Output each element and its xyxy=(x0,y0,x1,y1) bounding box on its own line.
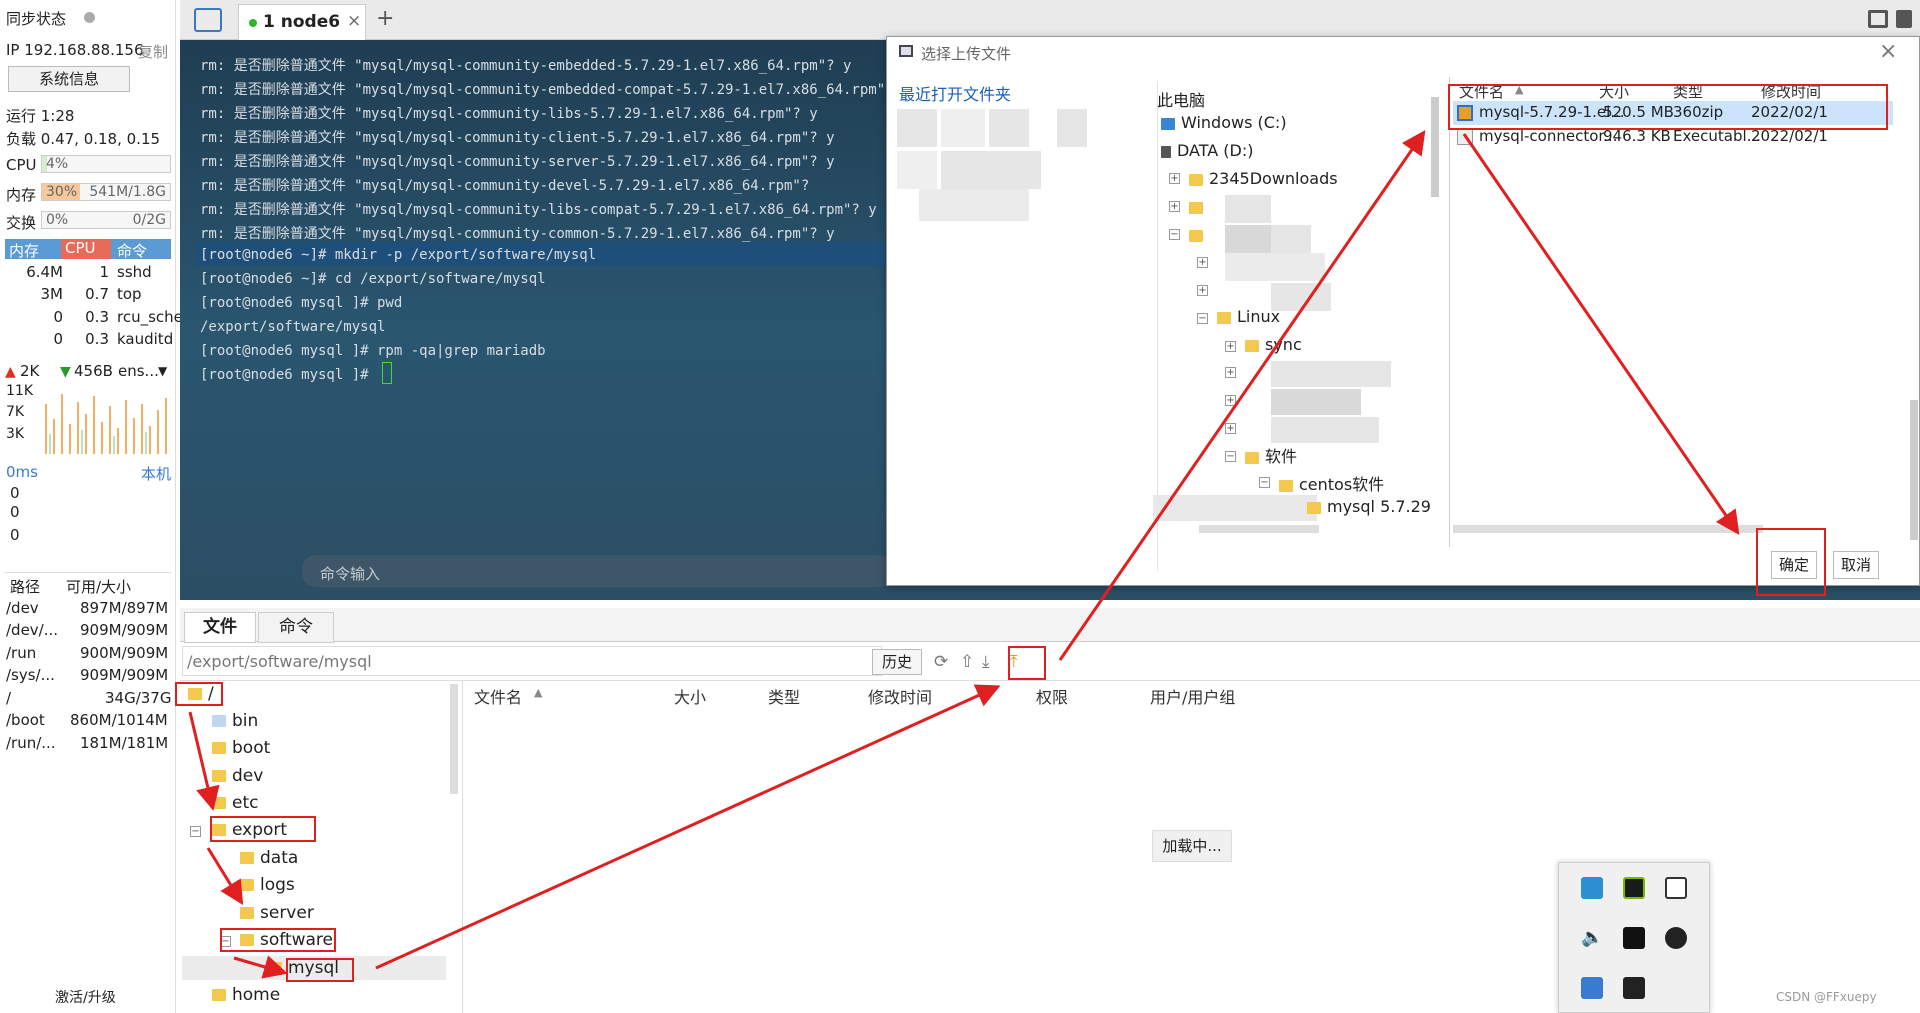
annotation-arrows xyxy=(188,130,1740,979)
